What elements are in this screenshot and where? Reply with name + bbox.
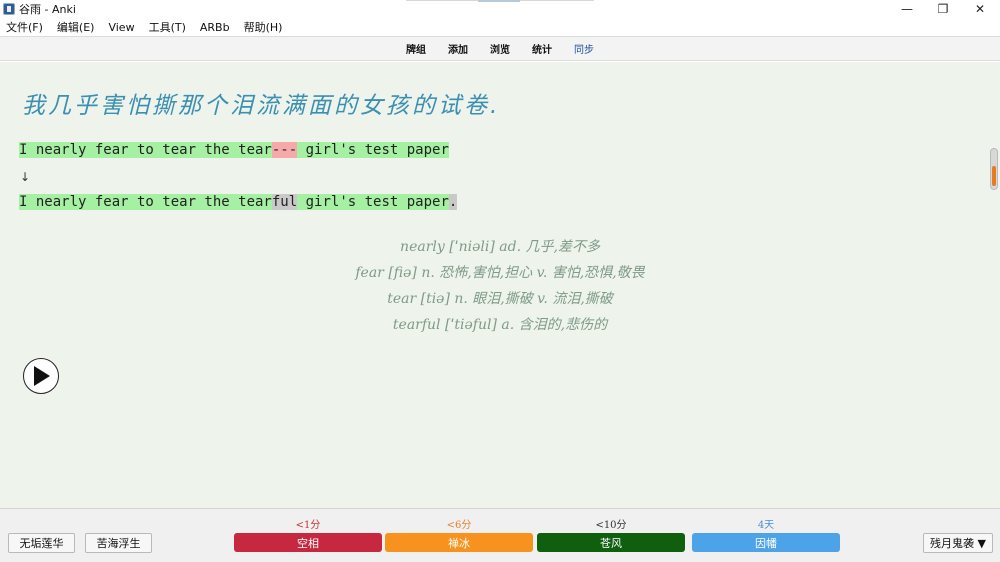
card-question: 我几乎害怕撕那个泪流满面的女孩的试卷.: [22, 93, 501, 119]
ease-again-button[interactable]: 空相: [234, 533, 382, 552]
review-bottom-bar: 无垢莲华 苦海浮生 <1分 <6分 <10分 4天 空相 禅冰 苍风 因幡 残月…: [0, 508, 1000, 562]
note-line: nearly [ˈniəli] ad. 几乎,差不多: [400, 239, 600, 255]
menu-edit[interactable]: 编辑(E): [57, 19, 95, 35]
missed-part: ful: [271, 194, 298, 210]
menu-bar: 文件(F) 编辑(E) View 工具(T) ARBb 帮助(H): [0, 18, 1000, 36]
close-button[interactable]: ✕: [962, 0, 998, 18]
note-line: tearful [ˈtiəful] a. 含泪的,悲伤的: [392, 317, 608, 333]
menu-arbb[interactable]: ARBb: [200, 21, 230, 34]
ease-easy-button[interactable]: 因幡: [692, 533, 840, 552]
typed-answer: I nearly fear to tear the tear--- girl's…: [19, 140, 449, 161]
more-button[interactable]: 残月鬼袭 ▼: [923, 533, 993, 553]
toolbar-add[interactable]: 添加: [448, 41, 468, 56]
menu-view[interactable]: View: [108, 21, 134, 34]
typed-correct-suffix: girl's test paper: [297, 142, 449, 158]
restore-button[interactable]: ❐: [925, 0, 961, 18]
title-decor-mid: [478, 0, 520, 2]
typed-correct-part: I nearly fear to tear the tear: [19, 142, 272, 158]
title-bar: 谷雨 - Anki — ❐ ✕: [0, 0, 1000, 18]
toolbar-decks[interactable]: 牌组: [406, 41, 426, 56]
ease-interval-again: <1分: [295, 520, 321, 531]
correct-part: I nearly fear to tear the tear: [19, 194, 272, 210]
correct-middle: girl's test paper: [297, 194, 449, 210]
ease-interval-good: <10分: [595, 520, 627, 531]
main-toolbar: 牌组 添加 浏览 统计 同步: [0, 36, 1000, 61]
play-audio-button[interactable]: [23, 358, 59, 394]
note-line: tear [tiə] n. 眼泪,撕破 v. 流泪,撕破: [387, 291, 613, 307]
ease-good-button[interactable]: 苍风: [537, 533, 685, 552]
note-line: fear [fiə] n. 恐怖,害怕,担心 v. 害怕,恐惧,敬畏: [355, 265, 645, 281]
toolbar-sync[interactable]: 同步: [574, 41, 594, 56]
menu-help[interactable]: 帮助(H): [244, 19, 283, 35]
typed-wrong-part: ---: [271, 142, 298, 158]
play-icon: [34, 366, 50, 386]
flag-button[interactable]: 苦海浮生: [85, 533, 152, 553]
menu-file[interactable]: 文件(F): [6, 19, 43, 35]
ease-interval-hard: <6分: [446, 520, 472, 531]
anki-app-icon: [3, 3, 15, 15]
ease-interval-easy: 4天: [757, 520, 775, 531]
scrollbar-thumb[interactable]: [992, 166, 996, 186]
window-title: 谷雨 - Anki: [19, 3, 76, 16]
correct-answer: I nearly fear to tear the tearful girl's…: [19, 192, 458, 213]
minimize-button[interactable]: —: [889, 0, 925, 18]
compare-arrow: ↓: [20, 170, 31, 184]
vocab-notes: nearly [ˈniəli] ad. 几乎,差不多 fear [fiə] n.…: [0, 234, 1000, 338]
toolbar-stats[interactable]: 统计: [532, 41, 552, 56]
missed-period: .: [448, 194, 458, 210]
toolbar-browse[interactable]: 浏览: [490, 41, 510, 56]
card-view: 我几乎害怕撕那个泪流满面的女孩的试卷. I nearly fear to tea…: [0, 62, 1000, 508]
ease-hard-button[interactable]: 禅冰: [385, 533, 533, 552]
menu-tools[interactable]: 工具(T): [149, 19, 186, 35]
edit-button[interactable]: 无垢莲华: [8, 533, 75, 553]
